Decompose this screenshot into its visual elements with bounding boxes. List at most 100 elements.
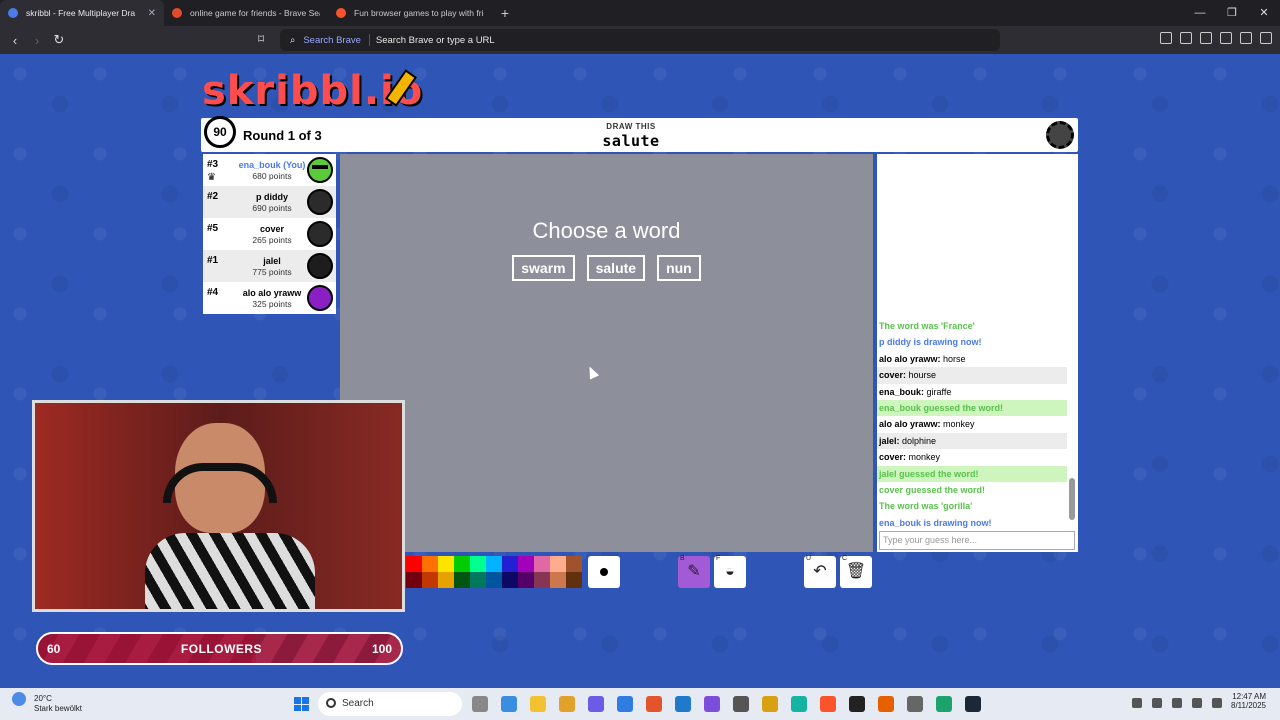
tab-title: skribbl - Free Multiplayer Dra [26,8,136,18]
office-icon[interactable] [646,696,662,712]
color-swatch[interactable] [486,556,502,572]
forward-icon[interactable]: › [26,33,48,48]
color-swatch[interactable] [470,572,486,588]
minimize-icon[interactable]: — [1184,0,1216,26]
chat-author: ena_bouk: [879,386,925,397]
menu-icon[interactable] [1260,32,1272,44]
brave-icon[interactable] [820,696,836,712]
wallet-icon[interactable] [1200,32,1212,44]
obsidian-icon[interactable] [704,696,720,712]
pencil-tool-button[interactable]: B ✎ [678,555,710,588]
chat-message: ena_bouk guessed the word! [877,399,1067,417]
vscode-icon[interactable] [675,696,691,712]
undo-tool-button[interactable]: U ↶ [804,555,836,588]
player-row[interactable]: #2 p diddy 690 points [203,186,336,218]
close-tab-icon[interactable]: ✕ [148,8,156,19]
address-bar[interactable]: ⌕ Search Brave Search Brave or type a UR… [280,29,1000,51]
firefox-icon[interactable] [878,696,894,712]
avatar [307,157,333,183]
search-icon: ⌕ [290,34,296,46]
color-swatch[interactable] [550,572,566,588]
color-swatch[interactable] [518,556,534,572]
timer-clock: 90 [204,116,236,148]
chat-message: The word was 'France' [877,318,1067,334]
color-swatch[interactable] [406,556,422,572]
player-row[interactable]: #3 ♛ ena_bouk (You) 680 points [203,154,336,186]
trash-icon: 🗑 [845,563,867,580]
color-swatch[interactable] [502,572,518,588]
word-choice-button[interactable]: nun [657,255,701,281]
battery-icon[interactable] [1212,698,1222,708]
color-swatch[interactable] [550,556,566,572]
color-swatch[interactable] [486,572,502,588]
leo-ai-icon[interactable] [1220,32,1232,44]
reader-mode-icon[interactable] [1160,32,1172,44]
file-explorer-icon[interactable] [530,696,546,712]
weather-widget[interactable]: 20°C Stark bewölkt [12,692,82,713]
wifi-icon[interactable] [1172,698,1182,708]
tab-fun-browser-games[interactable]: Fun browser games to play with frie [328,0,492,26]
app-icon[interactable] [733,696,749,712]
app-icon[interactable] [791,696,807,712]
discord-icon[interactable] [588,696,604,712]
steam-icon[interactable] [965,696,981,712]
restore-icon[interactable]: ❐ [1216,0,1248,26]
divider [368,34,370,46]
chat-scrollbar[interactable] [1069,320,1075,526]
color-swatch[interactable] [406,572,422,588]
volume-icon[interactable] [1192,698,1202,708]
tradingview-icon[interactable] [849,696,865,712]
color-swatch[interactable] [534,556,550,572]
tab-skribbl[interactable]: skribbl - Free Multiplayer Dra ✕ [0,0,164,26]
copilot-icon[interactable] [501,696,517,712]
shields-icon[interactable] [1240,32,1252,44]
color-swatch[interactable] [438,572,454,588]
color-swatch[interactable] [454,572,470,588]
player-row[interactable]: #5 cover 265 points [203,218,336,250]
tray-chevron-icon[interactable] [1132,698,1142,708]
color-swatch[interactable] [454,556,470,572]
windows-start-icon[interactable] [294,697,309,711]
mouse-cursor-icon [584,364,600,380]
messenger-icon[interactable] [617,696,633,712]
cloud-icon [12,692,26,706]
drawing-canvas[interactable]: Choose a word swarm salute nun [340,154,873,552]
close-window-icon[interactable]: ✕ [1248,0,1280,26]
player-row[interactable]: #1 jalel 775 points [203,250,336,282]
app-icon[interactable] [936,696,952,712]
browser-toolbar: ‹ › ↻ ⌑ ⌕ Search Brave Search Brave or t… [0,26,1280,54]
app-icon[interactable] [762,696,778,712]
word-choice-button[interactable]: salute [586,255,646,281]
settings-gear-icon[interactable] [1046,121,1074,149]
clock[interactable]: 12:47 AM 8/11/2025 [1231,692,1266,710]
mic-icon[interactable] [1152,698,1162,708]
color-swatch[interactable] [422,572,438,588]
color-swatch[interactable] [566,572,582,588]
color-swatch[interactable] [534,572,550,588]
draw-this-label: DRAW THIS [606,122,656,131]
player-row[interactable]: #4 alo alo yraww 325 points [203,282,336,314]
tab-brave-search[interactable]: online game for friends - Brave Sear [164,0,328,26]
back-icon[interactable]: ‹ [4,33,26,48]
sidebar-icon[interactable] [1180,32,1192,44]
brush-size-button[interactable] [588,556,620,588]
sublime-icon[interactable] [559,696,575,712]
color-swatch[interactable] [518,572,534,588]
chat-guess-input[interactable]: Type your guess here... [879,531,1075,550]
color-swatch[interactable] [470,556,486,572]
reload-icon[interactable]: ↻ [48,32,70,48]
color-swatch[interactable] [422,556,438,572]
new-tab-button[interactable]: + [492,5,518,21]
color-swatch[interactable] [502,556,518,572]
word-choice-button[interactable]: swarm [512,255,575,281]
pencil-icon: ✎ [687,563,701,580]
color-swatch[interactable] [566,556,582,572]
scrollbar-thumb[interactable] [1069,478,1075,520]
taskbar-search[interactable]: Search [318,692,462,716]
app-icon[interactable] [907,696,923,712]
bookmark-icon[interactable]: ⌑ [258,32,264,46]
task-view-icon[interactable] [472,696,488,712]
color-swatch[interactable] [438,556,454,572]
clear-tool-button[interactable]: C 🗑 [840,555,872,588]
fill-tool-button[interactable]: F ◒ [714,555,746,588]
